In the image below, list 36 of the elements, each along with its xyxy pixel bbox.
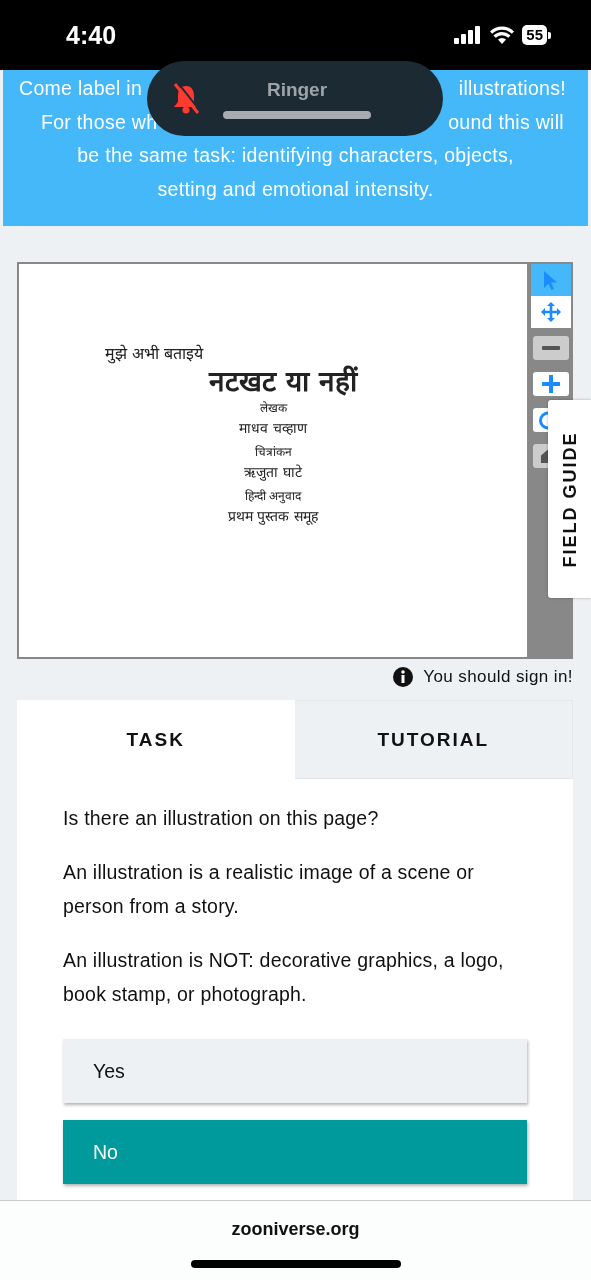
tool-button[interactable] [533, 336, 569, 360]
tab[interactable]: TUTORIAL [294, 700, 573, 779]
banner-text: be the same task: identifying characters, objects, [76, 143, 515, 168]
wifi-icon [490, 26, 515, 44]
clock-time: 4:40 [66, 20, 117, 50]
banner-text: illustrations! [458, 76, 566, 101]
banner-text: setting and emotional intensity. [156, 176, 435, 202]
question-text: An illustration is a realistic image of a scene or person from a story. [63, 860, 476, 919]
banner-text: ound this will [448, 109, 564, 135]
rotate-icon [539, 410, 549, 430]
page-text: लेखक [259, 400, 287, 416]
page-text: माधव चव्हाण [239, 419, 307, 438]
page-text: ऋजुता घाटे [244, 463, 302, 482]
signal-icon [454, 26, 483, 44]
sign-in-notice: You should sign in! [423, 667, 573, 687]
page-text: नटखट या नहीं [209, 364, 357, 400]
info-icon [393, 667, 414, 687]
answer-button[interactable]: Yes [63, 1039, 527, 1103]
move-arrows-icon [540, 301, 562, 323]
page-text: प्रथम पुस्तक समूह [228, 507, 318, 526]
tool-button[interactable] [533, 444, 549, 468]
banner-text: For those wh [41, 109, 158, 135]
url-text[interactable]: zooniverse.org [231, 1219, 360, 1240]
field-guide-tab[interactable]: FIELD GUIDE [548, 400, 591, 598]
question-text: Is there an illustration on this page? [63, 806, 380, 831]
banner-text: Come label in [19, 76, 143, 101]
muted-bell-icon [171, 82, 201, 115]
ringer-title: Ringer [266, 78, 328, 101]
tab[interactable]: TASK [17, 700, 295, 779]
question-text: An illustration is NOT: decorative graphics, a logo, book stamp, or photograph. [63, 948, 505, 1007]
plus-icon [540, 373, 562, 395]
page-text: हिन्दी अनुवाद [244, 488, 302, 504]
minus-icon [542, 346, 560, 350]
battery-level: 55 [522, 25, 547, 45]
page-text: मुझे अभी बताइये [105, 344, 204, 364]
page-text: चित्रांकन [254, 444, 292, 460]
